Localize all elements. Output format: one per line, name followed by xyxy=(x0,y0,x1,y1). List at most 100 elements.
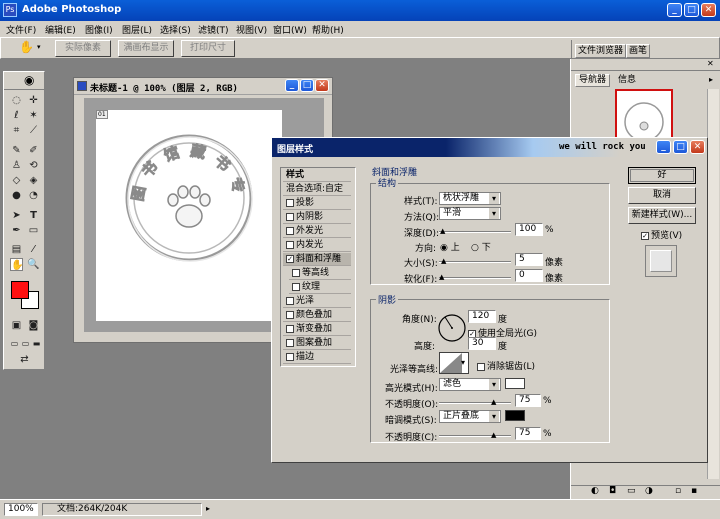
shadow-color-swatch[interactable] xyxy=(505,410,525,421)
highlight-opacity-slider[interactable]: ▲ xyxy=(439,399,511,406)
notes-tool-icon[interactable]: ▤ xyxy=(10,243,23,256)
style-item-color-overlay[interactable]: 颜色叠加 xyxy=(283,309,351,322)
shadow-opacity-thumb[interactable]: ▲ xyxy=(491,432,496,439)
direction-up-radio[interactable]: ◉ 上 xyxy=(440,240,460,253)
magic-wand-icon[interactable]: ✶ xyxy=(27,109,40,122)
doc-minimize-button[interactable]: _ xyxy=(285,79,299,92)
altitude-input[interactable]: 30 xyxy=(468,337,496,350)
menu-window[interactable]: 窗口(W) xyxy=(273,23,307,36)
style-item-contour[interactable]: 等高线 xyxy=(289,267,351,280)
doc-close-button[interactable]: ✕ xyxy=(315,79,329,92)
angle-input[interactable]: 120 xyxy=(468,310,496,323)
size-slider-thumb[interactable]: ▲ xyxy=(441,258,446,265)
menu-file[interactable]: 文件(F) xyxy=(6,23,36,36)
stamp-tool-icon[interactable]: ♙ xyxy=(10,159,23,172)
style-item-inner-shadow[interactable]: 内阴影 xyxy=(283,211,351,224)
dialog-close-button[interactable]: ✕ xyxy=(690,140,705,154)
maximize-button[interactable]: □ xyxy=(684,3,699,17)
highlight-mode-select[interactable]: 滤色 xyxy=(439,378,501,391)
document-canvas[interactable]: 01 图 书 馆 藏 书 专 用 章 xyxy=(96,110,282,321)
crop-tool-icon[interactable]: ⌗ xyxy=(10,124,23,137)
eraser-tool-icon[interactable]: ◇ xyxy=(10,174,23,187)
marquee-tool-icon[interactable]: ◌ xyxy=(10,94,23,107)
shadow-opacity-input[interactable]: 75 xyxy=(515,427,541,440)
palette-scrollbar[interactable] xyxy=(707,89,719,479)
menu-layer[interactable]: 图层(L) xyxy=(122,23,152,36)
checkbox[interactable] xyxy=(286,240,294,249)
new-style-button[interactable]: 新建样式(W)... xyxy=(628,207,696,224)
menu-select[interactable]: 选择(S) xyxy=(160,23,191,36)
style-item-stroke[interactable]: 描边 xyxy=(283,351,351,364)
style-select[interactable]: 枕状浮雕 xyxy=(439,192,501,205)
print-size-button[interactable]: 打印尺寸 xyxy=(181,40,235,57)
soften-slider[interactable]: ▲ xyxy=(439,274,511,281)
adobe-eye-icon[interactable]: ◉ xyxy=(24,73,34,87)
brush-tool-icon[interactable]: ✐ xyxy=(27,144,40,157)
checkbox[interactable] xyxy=(286,310,294,319)
palette-menu-icon[interactable]: ▸ xyxy=(709,75,713,84)
styles-header[interactable]: 样式 xyxy=(283,169,351,182)
depth-slider[interactable]: ▲ xyxy=(439,228,511,235)
checkbox[interactable] xyxy=(286,296,294,305)
lasso-tool-icon[interactable]: ℓ xyxy=(10,109,23,122)
screen-mode-3-icon[interactable]: ▬ xyxy=(30,337,43,350)
antialias-check[interactable] xyxy=(477,362,485,371)
foreground-color[interactable] xyxy=(11,281,29,299)
dodge-tool-icon[interactable]: ◔ xyxy=(27,189,40,202)
layer-style-icon[interactable]: ◐ xyxy=(591,486,599,496)
slice-tool-icon[interactable]: ⟋ xyxy=(27,124,40,137)
dialog-maximize-button[interactable]: □ xyxy=(673,140,688,154)
soften-slider-thumb[interactable]: ▲ xyxy=(439,274,444,281)
palette-close-icon[interactable]: ✕ xyxy=(707,59,714,68)
fit-screen-button[interactable]: 满画布显示 xyxy=(118,40,174,57)
tab-navigator[interactable]: 导航器 xyxy=(575,74,611,87)
dialog-minimize-button[interactable]: _ xyxy=(656,140,671,154)
move-tool-icon[interactable]: ✛ xyxy=(27,94,40,107)
tab-info[interactable]: 信息 xyxy=(615,75,639,86)
zoom-field[interactable]: 100% xyxy=(4,503,38,516)
bucket-tool-icon[interactable]: ◈ xyxy=(27,174,40,187)
style-item-satin[interactable]: 光泽 xyxy=(283,295,351,308)
path-select-icon[interactable]: ➤ xyxy=(10,209,23,222)
shadow-opacity-slider[interactable]: ▲ xyxy=(439,432,511,439)
adjustment-icon[interactable]: ◑ xyxy=(645,486,653,496)
highlight-color-swatch[interactable] xyxy=(505,378,525,389)
chevron-down-icon[interactable]: ▾ xyxy=(37,43,41,51)
size-input[interactable]: 5 xyxy=(515,253,543,266)
shape-tool-icon[interactable]: ▭ xyxy=(27,224,40,237)
shadow-mode-select[interactable]: 正片叠底 xyxy=(439,410,501,423)
depth-input[interactable]: 100 xyxy=(515,223,543,236)
status-menu-icon[interactable]: ▸ xyxy=(206,504,210,513)
close-button[interactable]: ✕ xyxy=(701,3,716,17)
blend-options[interactable]: 混合选项:自定 xyxy=(283,183,351,196)
highlight-opacity-input[interactable]: 75 xyxy=(515,394,541,407)
checkbox[interactable] xyxy=(286,338,294,347)
ok-button[interactable]: 好 xyxy=(628,167,696,184)
standard-mode-icon[interactable]: ▣ xyxy=(10,319,23,332)
checkbox-checked[interactable]: ✓ xyxy=(286,254,294,263)
zoom-tool-icon[interactable]: 🔍 xyxy=(27,258,40,271)
highlight-opacity-thumb[interactable]: ▲ xyxy=(491,399,496,406)
soften-input[interactable]: 0 xyxy=(515,269,543,282)
history-brush-icon[interactable]: ⟲ xyxy=(27,159,40,172)
style-item-bevel-emboss[interactable]: ✓ 斜面和浮雕 xyxy=(283,253,351,266)
checkbox[interactable] xyxy=(286,324,294,333)
cancel-button[interactable]: 取消 xyxy=(628,187,696,204)
style-item-pattern-overlay[interactable]: 图案叠加 xyxy=(283,337,351,350)
blur-tool-icon[interactable]: ● xyxy=(10,189,23,202)
hand-tool-icon[interactable]: ✋ xyxy=(10,258,23,271)
style-item-drop-shadow[interactable]: 投影 xyxy=(283,197,351,210)
style-item-outer-glow[interactable]: 外发光 xyxy=(283,225,351,238)
menu-filter[interactable]: 滤镜(T) xyxy=(198,23,229,36)
hand-tool-icon[interactable]: ✋ xyxy=(19,40,34,54)
menu-help[interactable]: 帮助(H) xyxy=(312,23,344,36)
menu-view[interactable]: 视图(V) xyxy=(236,23,267,36)
antialias-checkbox[interactable]: 消除锯齿(L) xyxy=(477,359,535,372)
quickmask-mode-icon[interactable]: ◙ xyxy=(27,319,40,332)
tab-brushes[interactable]: 画笔 xyxy=(626,44,651,58)
type-tool-icon[interactable]: T xyxy=(27,209,40,222)
trash-icon[interactable]: ▪ xyxy=(691,486,697,496)
direction-down-radio[interactable]: ○ 下 xyxy=(471,240,491,253)
mask-icon[interactable]: ◘ xyxy=(609,486,616,496)
checkbox[interactable] xyxy=(292,282,300,291)
